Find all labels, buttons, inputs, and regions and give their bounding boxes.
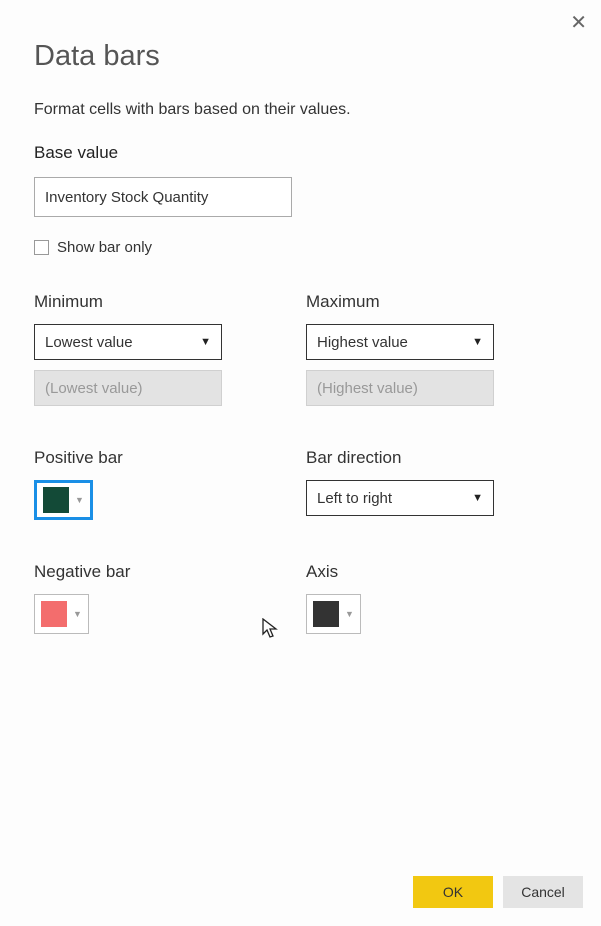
minimum-select[interactable]: Lowest value ▼: [34, 324, 222, 360]
positive-bar-label: Positive bar: [34, 448, 306, 468]
ok-button[interactable]: OK: [413, 876, 493, 908]
maximum-select-value: Highest value: [317, 334, 408, 351]
chevron-down-icon: ▼: [75, 495, 84, 505]
bar-direction-label: Bar direction: [306, 448, 566, 468]
minimum-value-input: (Lowest value): [34, 370, 222, 406]
axis-color-picker[interactable]: ▼: [306, 594, 361, 634]
dialog-content: Data bars Format cells with bars based o…: [0, 0, 601, 634]
axis-swatch: [313, 601, 339, 627]
close-button[interactable]: ✕: [570, 10, 587, 35]
bar-direction-value: Left to right: [317, 490, 392, 507]
dialog-subtitle: Format cells with bars based on their va…: [34, 101, 567, 119]
negative-bar-label: Negative bar: [34, 562, 306, 582]
chevron-down-icon: ▼: [472, 336, 483, 348]
maximum-placeholder: (Highest value): [317, 380, 418, 397]
positive-bar-color-picker[interactable]: ▼: [34, 480, 93, 520]
checkbox-box-icon: [34, 240, 49, 255]
axis-label: Axis: [306, 562, 566, 582]
minimum-select-value: Lowest value: [45, 334, 133, 351]
negative-bar-swatch: [41, 601, 67, 627]
maximum-select[interactable]: Highest value ▼: [306, 324, 494, 360]
positive-bar-swatch: [43, 487, 69, 513]
negative-bar-color-picker[interactable]: ▼: [34, 594, 89, 634]
chevron-down-icon: ▼: [345, 609, 354, 619]
chevron-down-icon: ▼: [472, 492, 483, 504]
base-value-field[interactable]: Inventory Stock Quantity: [34, 177, 292, 217]
dialog-title: Data bars: [34, 40, 567, 73]
cancel-button[interactable]: Cancel: [503, 876, 583, 908]
base-value-label: Base value: [34, 143, 567, 163]
show-bar-only-checkbox[interactable]: Show bar only: [34, 239, 567, 256]
minimum-placeholder: (Lowest value): [45, 380, 143, 397]
show-bar-only-label: Show bar only: [57, 239, 152, 256]
maximum-label: Maximum: [306, 292, 566, 312]
chevron-down-icon: ▼: [73, 609, 82, 619]
bar-direction-select[interactable]: Left to right ▼: [306, 480, 494, 516]
dialog-buttons: OK Cancel: [413, 876, 583, 908]
base-value-text: Inventory Stock Quantity: [45, 189, 208, 206]
minimum-label: Minimum: [34, 292, 306, 312]
chevron-down-icon: ▼: [200, 336, 211, 348]
maximum-value-input: (Highest value): [306, 370, 494, 406]
